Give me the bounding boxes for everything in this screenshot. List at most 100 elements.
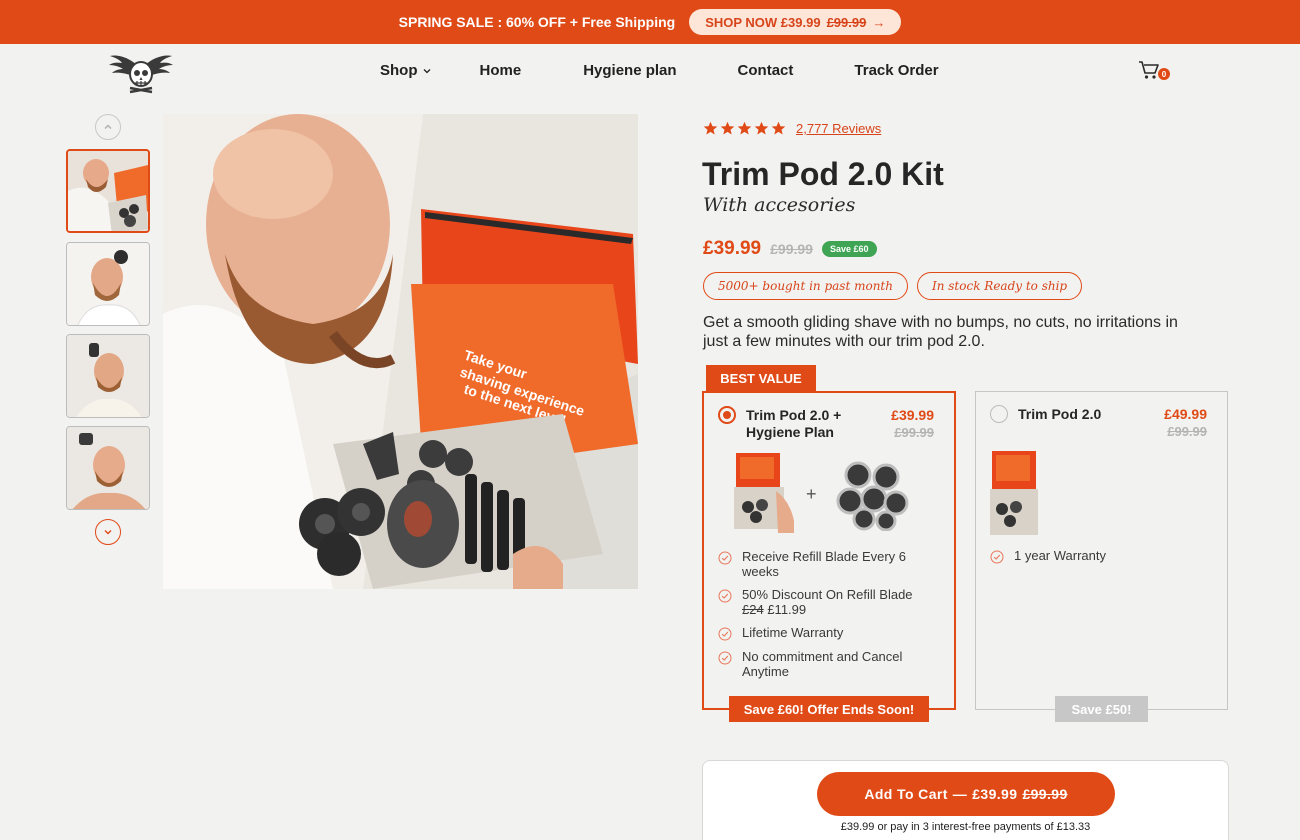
save-50-banner: Save £50! [1055,696,1148,722]
offer-name: Trim Pod 2.0 [1018,406,1102,422]
gallery-thumbnail-3[interactable] [66,334,150,418]
star-rating [703,121,786,136]
offer-radio[interactable] [718,406,736,424]
cart-icon [1139,61,1159,79]
check-circle-icon [718,551,732,565]
star-icon [771,121,786,135]
nav-item-contact[interactable]: Contact [738,62,794,79]
check-circle-icon [718,651,732,665]
feature-item: Receive Refill Blade Every 6 weeks [718,549,922,579]
bought-count-pill: 5000+ bought in past month [703,272,908,300]
feature-item: 1 year Warranty [990,548,1194,564]
shop-now-button[interactable]: SHOP NOW £39.99 £99.99 → [689,9,902,35]
refill-blades-image [836,461,909,531]
add-to-cart-section: Add To Cart — £39.99 £99.99 £39.99 or pa… [702,760,1229,840]
product-description: Get a smooth gliding shave with no bumps… [703,314,1178,350]
nav-item-label: Home [479,62,522,79]
kit-box-image [734,453,794,533]
arrow-right-icon: → [872,14,886,30]
offer-option-hygiene-plan[interactable]: Trim Pod 2.0 + Hygiene Plan £39.99 £99.9… [702,391,956,710]
old-price: £99.99 [770,241,813,257]
best-value-tag: BEST VALUE [706,365,816,391]
chevron-down-icon [104,530,112,535]
feature-item: 50% Discount On Refill Blade £24 £11.99 [718,587,922,617]
save-badge: Save £60 [821,241,877,257]
chevron-down-icon [423,68,430,73]
price-row: £39.99 £99.99 Save £60 [703,238,877,260]
reviews-link[interactable]: 2,777 Reviews [796,121,881,136]
product-photo-thumbnail [68,151,148,231]
info-pills: 5000+ bought in past month In stock Read… [703,272,1083,300]
add-to-cart-separator: — [952,786,968,802]
gallery-thumbnail-1[interactable] [66,149,150,233]
product-photo-thumbnail [67,427,149,509]
nav-item-hygiene-plan[interactable]: Hygiene plan [583,62,676,79]
offer-old-price: £99.99 [1167,424,1207,439]
announcement-bar: SPRING SALE : 60% OFF + Free Shipping SH… [0,0,1300,44]
feature-item: Lifetime Warranty [718,625,922,641]
nav-item-shop[interactable]: Shop [380,62,432,79]
nav-item-home[interactable]: Home [480,62,522,79]
feature-new-price: £11.99 [767,602,807,617]
kit-box-image [990,451,1038,535]
shop-now-old-price: £99.99 [826,14,867,30]
star-icon [754,121,769,135]
feature-text: 1 year Warranty [1014,548,1106,563]
offer-ends-banner: Save £60! Offer Ends Soon! [729,696,929,722]
gallery-prev-button[interactable] [95,114,121,140]
offer-current-price: £49.99 [1164,406,1207,422]
cart-count-badge: 0 [1158,68,1170,80]
rating-row: 2,777 Reviews [703,121,881,136]
check-circle-icon [718,627,732,641]
product-subtitle: With accesories [703,194,856,216]
add-to-cart-button[interactable]: Add To Cart — £39.99 £99.99 [817,772,1115,816]
check-circle-icon [718,589,732,603]
skull-wings-logo[interactable] [108,50,174,94]
add-to-cart-price: £39.99 [972,786,1018,802]
announcement-text: SPRING SALE : 60% OFF + Free Shipping [398,14,676,30]
feature-strike-price: £24 [742,602,764,617]
add-to-cart-old-price: £99.99 [1022,786,1068,802]
offer-name: Trim Pod 2.0 + Hygiene Plan [746,407,842,440]
stock-status-pill: In stock Ready to ship [916,272,1083,300]
product-title: Trim Pod 2.0 Kit [702,156,944,192]
star-icon [703,121,718,135]
star-icon [720,121,735,135]
feature-text: 50% Discount On Refill Blade £24 £11.99 [742,587,922,617]
gallery-thumbnail-2[interactable] [66,242,150,326]
check-circle-icon [990,550,1004,564]
add-to-cart-label: Add To Cart [864,786,948,802]
offer-price: £49.99 £99.99 [1164,406,1207,439]
current-price: £39.99 [703,238,762,259]
offer-features: Receive Refill Blade Every 6 weeks 50% D… [718,549,922,687]
plus-sign: + [806,484,817,504]
feature-text: Receive Refill Blade Every 6 weeks [742,549,907,579]
main-nav: Shop Home Hygiene plan Contact Track Ord… [380,62,939,79]
cart-button[interactable]: 0 [1138,60,1172,84]
offer-features: 1 year Warranty [990,548,1194,572]
installment-note: £39.99 or pay in 3 interest-free payment… [840,821,1091,833]
chevron-up-icon [104,124,112,129]
feature-text: Lifetime Warranty [742,625,844,640]
gallery-thumbnail-4[interactable] [66,426,150,510]
feature-main: 50% Discount On Refill Blade [742,587,913,602]
gallery-next-button[interactable] [95,519,121,545]
offer-radio[interactable] [990,405,1008,423]
product-photo-thumbnail [67,243,149,325]
offer-option-trim-pod[interactable]: Trim Pod 2.0 £49.99 £99.99 1 year Warran… [975,391,1228,710]
nav-item-label: Track Order [854,62,939,79]
star-icon [737,121,752,135]
feature-text: No commitment and Cancel Anytime [742,649,903,679]
nav-item-label: Contact [737,62,794,79]
main-product-image[interactable]: Take your shaving experience to the next… [163,114,638,589]
offer-old-price: £99.99 [894,425,934,440]
offer-current-price: £39.99 [891,407,934,423]
shop-now-label: SHOP NOW £39.99 [705,14,821,30]
nav-item-label: Shop [380,62,418,79]
nav-item-track-order[interactable]: Track Order [854,62,938,79]
product-photo-thumbnail [67,335,149,417]
product-hero-photo: Take your shaving experience to the next… [163,114,638,589]
nav-item-label: Hygiene plan [583,62,677,79]
offer-price: £39.99 £99.99 [891,407,934,440]
feature-item: No commitment and Cancel Anytime [718,649,922,679]
